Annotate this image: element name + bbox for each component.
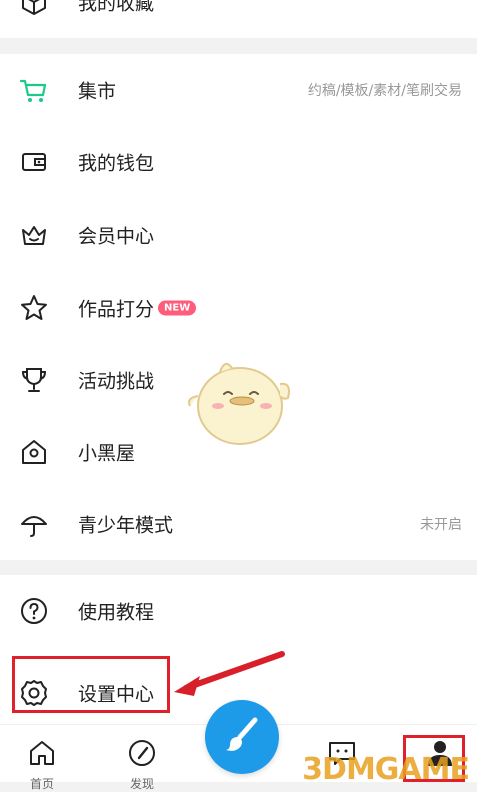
compass-icon [129, 740, 155, 766]
cube-icon [18, 0, 50, 18]
new-badge: NEW [158, 300, 197, 316]
menu-item-rating[interactable]: 作品打分 NEW [0, 272, 477, 344]
nav-discover-label: 发现 [129, 777, 154, 791]
trophy-icon [18, 364, 50, 396]
teen-mode-status: 未开启 [420, 517, 462, 533]
wallet-icon [18, 146, 50, 178]
home-icon [30, 741, 54, 765]
menu-item-label: 会员中心 [78, 225, 155, 248]
market-hint: 约稿/模板/素材/笔刷交易 [307, 83, 462, 99]
menu-item-label: 使用教程 [78, 601, 155, 624]
menu-item-market[interactable]: 集市 约稿/模板/素材/笔刷交易 [0, 54, 477, 126]
menu-item-tutorial[interactable]: 使用教程 [0, 575, 477, 647]
menu-item-label: 我的收藏 [78, 0, 155, 15]
mascot-illustration [188, 362, 290, 445]
nav-home-label: 首页 [29, 777, 54, 791]
menu-item-label: 集市 [78, 80, 117, 103]
annotation-arrow [174, 651, 285, 696]
menu-item-label: 活动挑战 [78, 370, 155, 393]
brush-icon [226, 717, 258, 751]
menu-item-membership[interactable]: 会员中心 [0, 199, 477, 271]
umbrella-icon [18, 508, 50, 540]
menu-item-label: 青少年模式 [78, 514, 174, 537]
menu-item-teen-mode[interactable]: 青少年模式 未开启 [0, 488, 477, 560]
menu-item-favorites[interactable]: 我的收藏 [0, 0, 477, 38]
menu-item-wallet[interactable]: 我的钱包 [0, 126, 477, 198]
question-icon [18, 595, 50, 627]
create-button[interactable] [205, 700, 279, 774]
settings-highlight-box [12, 656, 170, 713]
favorites-section: 我的收藏 [0, 0, 477, 38]
menu-item-label: 小黑屋 [78, 442, 136, 465]
house-icon [18, 436, 50, 468]
main-menu-section: 集市 约稿/模板/素材/笔刷交易 我的钱包 会员中心 作品打分 NEW 活动挑战 … [0, 54, 477, 560]
menu-item-label: 作品打分 NEW [78, 295, 197, 322]
cart-icon [18, 74, 50, 106]
crown-icon [18, 219, 50, 251]
nav-discover[interactable]: 发现 [112, 725, 172, 791]
rating-label-text: 作品打分 [78, 298, 155, 321]
star-icon [18, 292, 50, 324]
nav-home[interactable]: 首页 [12, 725, 72, 791]
menu-item-label: 我的钱包 [78, 152, 155, 175]
watermark: 3DMGAME [302, 752, 470, 787]
